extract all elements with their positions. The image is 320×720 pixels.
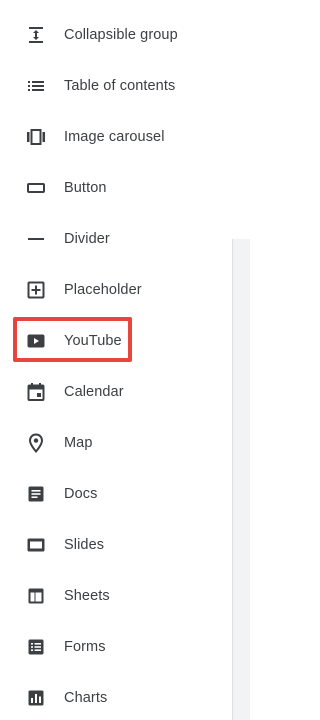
divider-icon xyxy=(26,229,46,249)
menu-item-label: Docs xyxy=(64,485,98,502)
charts-icon xyxy=(26,688,46,708)
menu-item-button[interactable]: Button xyxy=(0,162,232,213)
collapsible-group-icon xyxy=(26,25,46,45)
insert-panel: Collapsible group Table of contents Imag… xyxy=(0,0,250,720)
menu-item-calendar[interactable]: Calendar xyxy=(0,366,232,417)
menu-item-slides[interactable]: Slides xyxy=(0,519,232,570)
menu-item-collapsible-group[interactable]: Collapsible group xyxy=(0,9,232,60)
scrollbar-thumb[interactable] xyxy=(232,239,250,720)
image-carousel-icon xyxy=(26,127,46,147)
menu-item-label: Charts xyxy=(64,689,108,706)
menu-item-label: Collapsible group xyxy=(64,26,178,43)
youtube-icon xyxy=(26,331,46,351)
menu-item-label: Divider xyxy=(64,230,110,247)
menu-item-label: Sheets xyxy=(64,587,110,604)
menu-item-label: Button xyxy=(64,179,107,196)
menu-item-label: Calendar xyxy=(64,383,124,400)
menu-item-youtube[interactable]: YouTube xyxy=(0,315,232,366)
menu-item-label: Table of contents xyxy=(64,77,176,94)
table-of-contents-icon xyxy=(26,76,46,96)
menu-item-docs[interactable]: Docs xyxy=(0,468,232,519)
menu-item-charts[interactable]: Charts xyxy=(0,672,232,720)
menu-item-image-carousel[interactable]: Image carousel xyxy=(0,111,232,162)
placeholder-icon xyxy=(26,280,46,300)
menu-item-placeholder[interactable]: Placeholder xyxy=(0,264,232,315)
forms-icon xyxy=(26,637,46,657)
menu-item-label: Placeholder xyxy=(64,281,142,298)
calendar-icon xyxy=(26,382,46,402)
menu-item-label: Map xyxy=(64,434,93,451)
menu-item-sheets[interactable]: Sheets xyxy=(0,570,232,621)
map-pin-icon xyxy=(26,432,46,453)
menu-item-divider[interactable]: Divider xyxy=(0,213,232,264)
docs-icon xyxy=(26,484,46,504)
menu-item-forms[interactable]: Forms xyxy=(0,621,232,672)
menu-item-label: Image carousel xyxy=(64,128,165,145)
menu-item-label: Forms xyxy=(64,638,106,655)
menu-item-map[interactable]: Map xyxy=(0,417,232,468)
menu-item-table-of-contents[interactable]: Table of contents xyxy=(0,60,232,111)
slides-icon xyxy=(26,535,46,555)
sheets-icon xyxy=(26,586,46,606)
button-icon xyxy=(26,178,46,198)
menu-item-label: Slides xyxy=(64,536,105,553)
menu-item-label: YouTube xyxy=(64,332,122,349)
